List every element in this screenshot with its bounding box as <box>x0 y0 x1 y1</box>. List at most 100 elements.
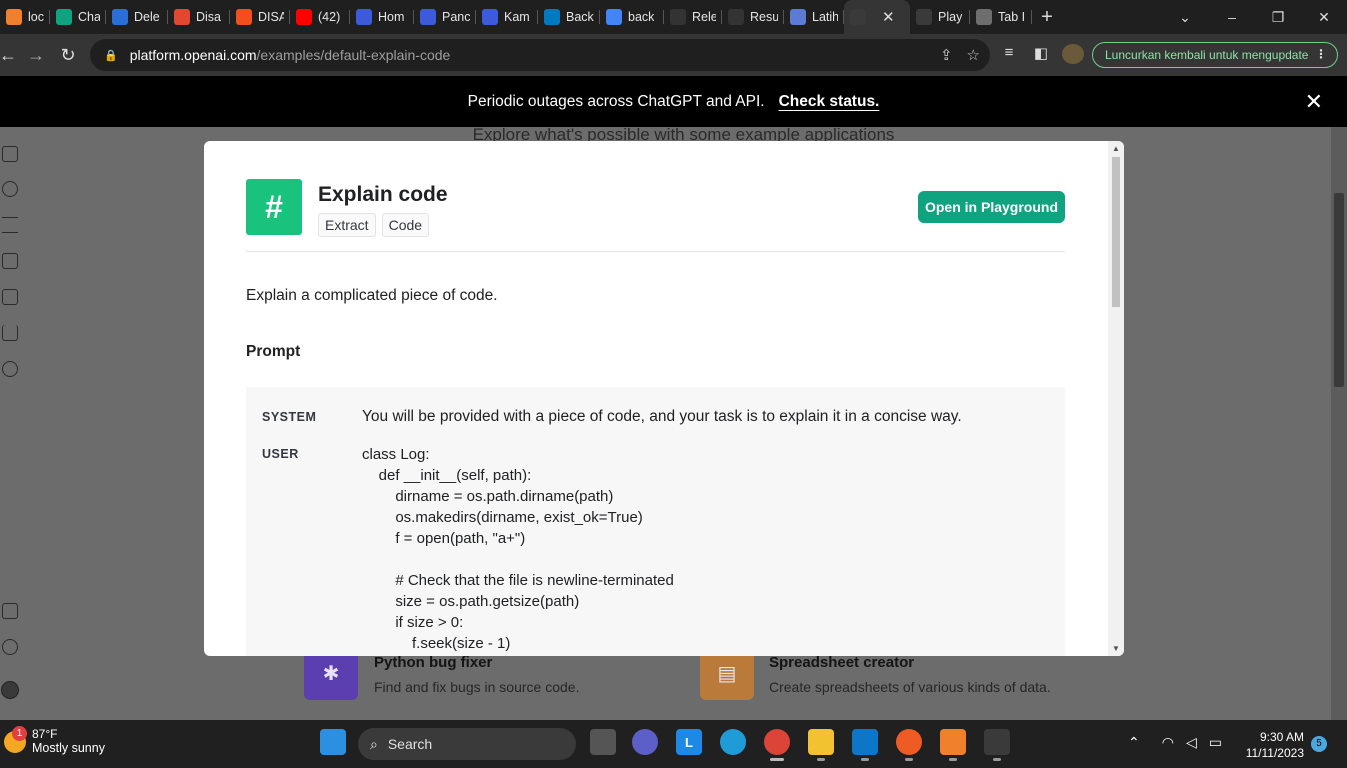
system-tray: ⌃ ◠ ◁ ▭ <box>1128 734 1222 751</box>
tab-title: Kam <box>504 10 530 24</box>
file-explorer-icon[interactable] <box>808 729 834 761</box>
browser-tab[interactable]: Panc <box>414 0 476 34</box>
xampp-icon[interactable] <box>940 729 966 761</box>
help-icon[interactable] <box>2 639 18 655</box>
chrome-icon[interactable] <box>764 729 790 761</box>
modal-scrollbar-thumb[interactable] <box>1112 157 1120 307</box>
lock-icon: 🔒 <box>104 49 118 62</box>
browser-tab[interactable]: Disa <box>168 0 230 34</box>
browser-tab[interactable]: local <box>0 0 50 34</box>
restore-icon[interactable]: ❐ <box>1255 0 1301 34</box>
folder-icon[interactable] <box>2 289 18 305</box>
search-icon: ⌕ <box>370 735 378 752</box>
notification-count[interactable]: 5 <box>1311 736 1327 752</box>
browser-tab[interactable]: Play <box>910 0 970 34</box>
code-line: os.makedirs(dirname, exist_ok=True) <box>362 509 643 526</box>
system-clock[interactable]: 9:30 AM 11/11/2023 <box>1236 729 1304 761</box>
tag-code: Code <box>381 213 430 237</box>
browser-tab[interactable]: Back <box>538 0 600 34</box>
tune-icon[interactable] <box>2 217 18 233</box>
vscode-icon[interactable] <box>852 729 878 761</box>
page-scrollbar-thumb[interactable] <box>1334 193 1344 387</box>
gear-icon[interactable] <box>2 361 18 377</box>
banner-close-icon[interactable]: ✕ <box>1305 89 1323 115</box>
browser-tab[interactable]: Dele <box>106 0 168 34</box>
relaunch-update-button[interactable]: Luncurkan kembali untuk mengupdate ⋮ <box>1092 42 1338 68</box>
browser-tab[interactable]: ✕ <box>844 0 910 34</box>
relaunch-update-label: Luncurkan kembali untuk mengupdate <box>1105 48 1309 62</box>
battery-icon[interactable]: ▭ <box>1209 734 1222 751</box>
weather-badge: 1 <box>12 726 27 741</box>
browser-tab[interactable]: (42) <box>290 0 350 34</box>
tab-title: local <box>28 10 44 24</box>
code-line: # Check that the file is newline-termina… <box>362 572 674 589</box>
terminal-icon[interactable] <box>2 146 18 162</box>
browser-tab[interactable]: Rele <box>664 0 722 34</box>
prompt-heading: Prompt <box>246 343 301 360</box>
forward-icon[interactable]: → <box>20 39 52 71</box>
window-close-icon[interactable]: ✕ <box>1301 0 1347 34</box>
tab-title: Tab I <box>998 10 1026 24</box>
example-tags: Extract Code <box>318 213 430 237</box>
volume-icon[interactable]: ◁ <box>1186 734 1197 751</box>
browser-tab[interactable]: Chat <box>50 0 106 34</box>
task-view-icon[interactable] <box>590 729 616 755</box>
browser-tab[interactable]: Hom <box>350 0 414 34</box>
meet-icon[interactable] <box>632 729 658 755</box>
scroll-up-icon[interactable]: ▲ <box>1108 144 1124 153</box>
github-icon <box>728 9 744 25</box>
start-button-icon[interactable] <box>320 729 346 755</box>
card-desc-python-bug-fixer: Find and fix bugs in source code. <box>374 679 580 695</box>
share-icon[interactable]: ⇪ <box>940 46 953 64</box>
profile-avatar[interactable] <box>1062 44 1084 64</box>
browser-tab[interactable]: Tab I <box>970 0 1032 34</box>
open-in-playground-button[interactable]: Open in Playground <box>918 191 1065 223</box>
browser-tab[interactable]: Resu <box>722 0 784 34</box>
tab-close-icon[interactable]: ✕ <box>882 8 895 26</box>
scroll-down-icon[interactable]: ▼ <box>1108 644 1124 653</box>
figma-icon <box>236 9 252 25</box>
side-panel-icon[interactable]: ◧ <box>1031 44 1051 64</box>
web-icon <box>420 9 436 25</box>
hash-icon: # <box>246 179 302 235</box>
chevron-up-icon[interactable]: ⌃ <box>1128 734 1140 751</box>
new-tab-button[interactable]: + <box>1032 6 1062 29</box>
check-status-link[interactable]: Check status. <box>779 93 880 111</box>
terminal-app-icon[interactable] <box>984 729 1010 761</box>
weather-widget[interactable]: 1 87°F Mostly sunny <box>4 726 105 755</box>
reading-list-icon[interactable]: ≡ <box>999 44 1019 64</box>
card-title-python-bug-fixer[interactable]: Python bug fixer <box>374 654 492 671</box>
example-description: Explain a complicated piece of code. <box>246 287 498 304</box>
taskbar-search[interactable]: ⌕ Search <box>358 728 576 760</box>
l-app-icon[interactable]: L <box>676 729 702 755</box>
modal-scrollbar[interactable]: ▲ ▼ <box>1108 141 1124 656</box>
search-label: Search <box>387 736 433 752</box>
wifi-icon[interactable]: ◠ <box>1162 734 1174 751</box>
assistant-icon[interactable] <box>2 181 18 197</box>
user-avatar[interactable] <box>1 681 19 699</box>
menu-kebab-icon[interactable]: ⋮ <box>1315 47 1327 61</box>
card-title-spreadsheet-creator[interactable]: Spreadsheet creator <box>769 654 914 671</box>
postman-icon[interactable] <box>896 729 922 761</box>
tab-search-icon[interactable]: ⌄ <box>1162 0 1208 34</box>
openai-icon <box>916 9 932 25</box>
tab-title: Back <box>566 10 594 24</box>
browser-tab[interactable]: Kam <box>476 0 538 34</box>
address-bar[interactable]: 🔒 platform.openai.com/examples/default-e… <box>90 39 990 71</box>
minimize-icon[interactable]: – <box>1209 0 1255 34</box>
page-scrollbar[interactable] <box>1331 127 1347 720</box>
reload-icon[interactable]: ↻ <box>52 39 84 71</box>
browser-tab[interactable]: Latih <box>784 0 844 34</box>
url-host: platform.openai.com <box>129 47 257 63</box>
lock-icon[interactable] <box>2 253 18 269</box>
browser-tab[interactable]: DISA <box>230 0 290 34</box>
chart-icon[interactable] <box>2 325 18 341</box>
weather-temp: 87°F <box>32 727 58 741</box>
tab-title: Disa <box>196 10 222 24</box>
edge-icon[interactable] <box>720 729 746 755</box>
bookmark-star-icon[interactable]: ☆ <box>967 46 980 64</box>
tab-title: Latih <box>812 10 838 24</box>
browser-tab[interactable]: back <box>600 0 664 34</box>
book-icon[interactable] <box>2 603 18 619</box>
